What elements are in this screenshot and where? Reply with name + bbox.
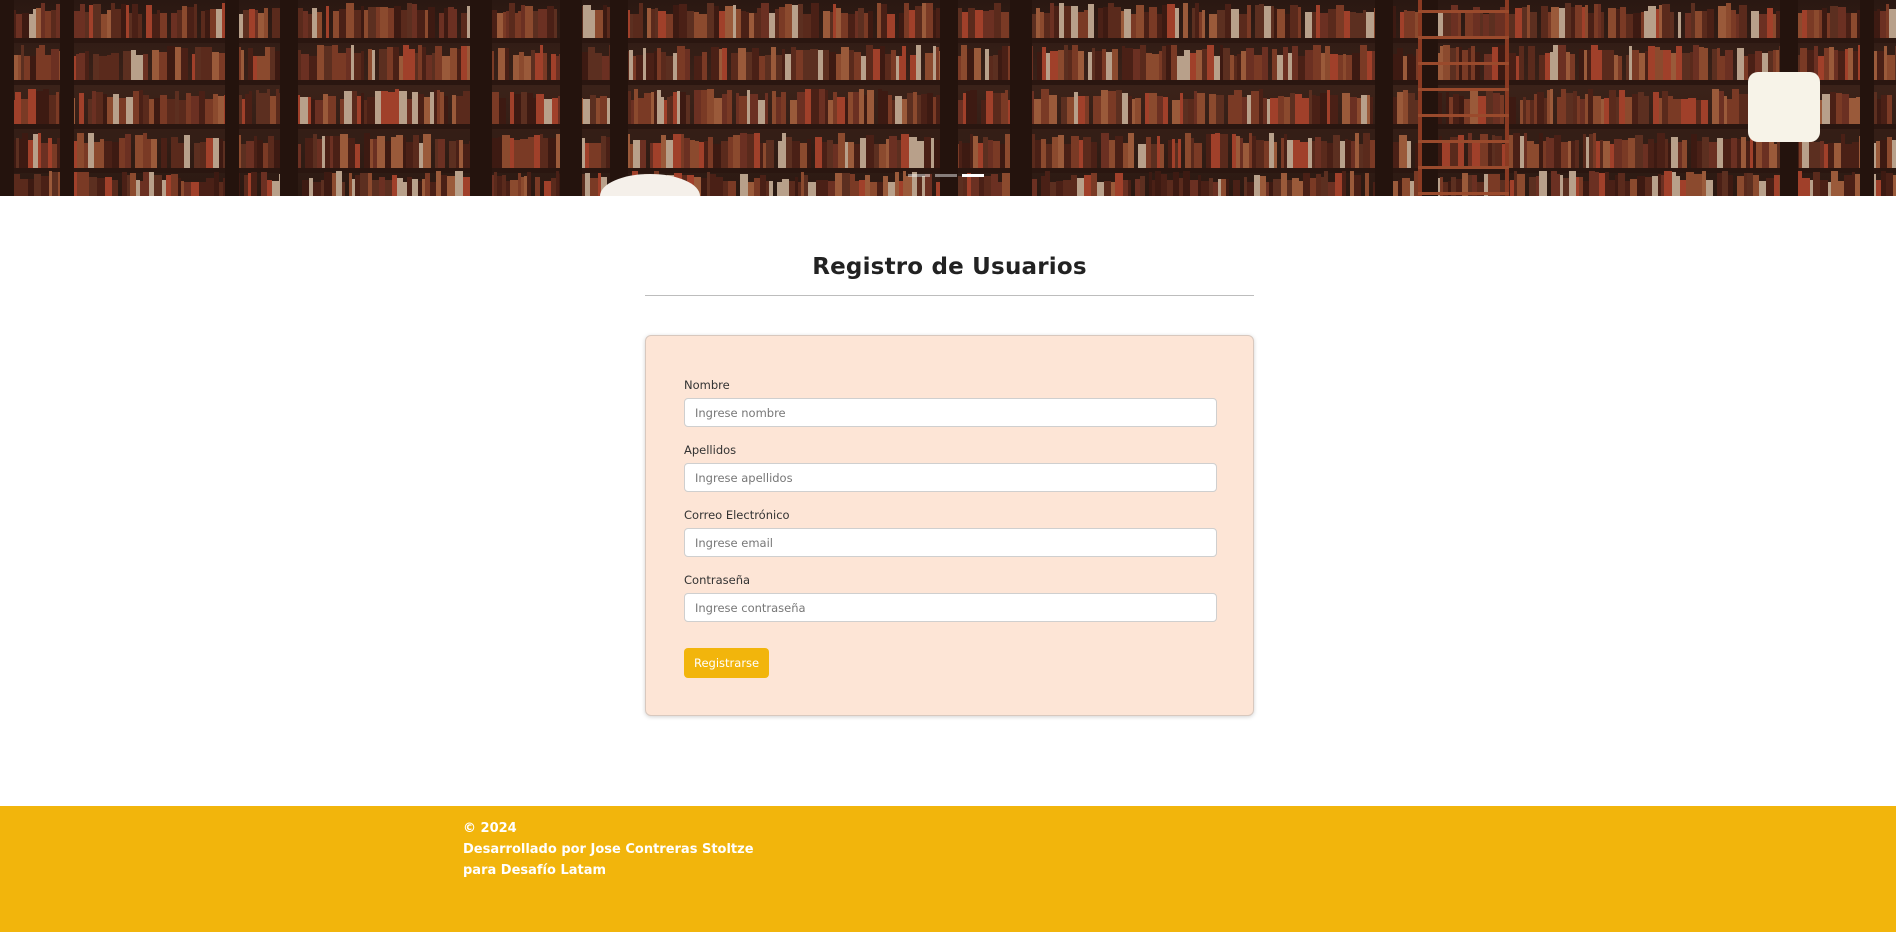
registration-form: Nombre Apellidos Correo Electrónico Cont… (645, 335, 1254, 716)
password-label: Contraseña (684, 573, 751, 587)
footer-sponsor: para Desafío Latam (463, 863, 607, 878)
surname-label: Apellidos (684, 443, 737, 457)
library-bookshelves-image (0, 0, 1896, 196)
name-field-group: Nombre (684, 374, 1217, 427)
carousel-indicator-2[interactable] (935, 174, 957, 177)
email-label: Correo Electrónico (684, 508, 790, 522)
register-button[interactable]: Registrarse (684, 648, 770, 678)
password-input[interactable] (684, 593, 1217, 622)
carousel-indicator-1[interactable] (908, 174, 930, 177)
surname-input[interactable] (684, 463, 1217, 492)
hero-carousel (0, 0, 1896, 196)
footer-developer: Desarrollado por Jose Contreras Stoltze (463, 842, 754, 857)
footer-copyright: © 2024 (463, 821, 517, 836)
carousel-indicators (908, 174, 984, 177)
password-field-group: Contraseña (684, 569, 1217, 622)
email-field-group: Correo Electrónico (684, 504, 1217, 557)
title-divider (645, 295, 1254, 296)
footer: © 2024 Desarrollado por Jose Contreras S… (0, 806, 1896, 932)
surname-field-group: Apellidos (684, 439, 1217, 492)
footer-text: © 2024 Desarrollado por Jose Contreras S… (463, 818, 754, 881)
carousel-indicator-3[interactable] (962, 174, 984, 177)
email-input[interactable] (684, 528, 1217, 557)
name-input[interactable] (684, 398, 1217, 427)
name-label: Nombre (684, 378, 730, 392)
page-title: Registro de Usuarios (812, 254, 1087, 280)
